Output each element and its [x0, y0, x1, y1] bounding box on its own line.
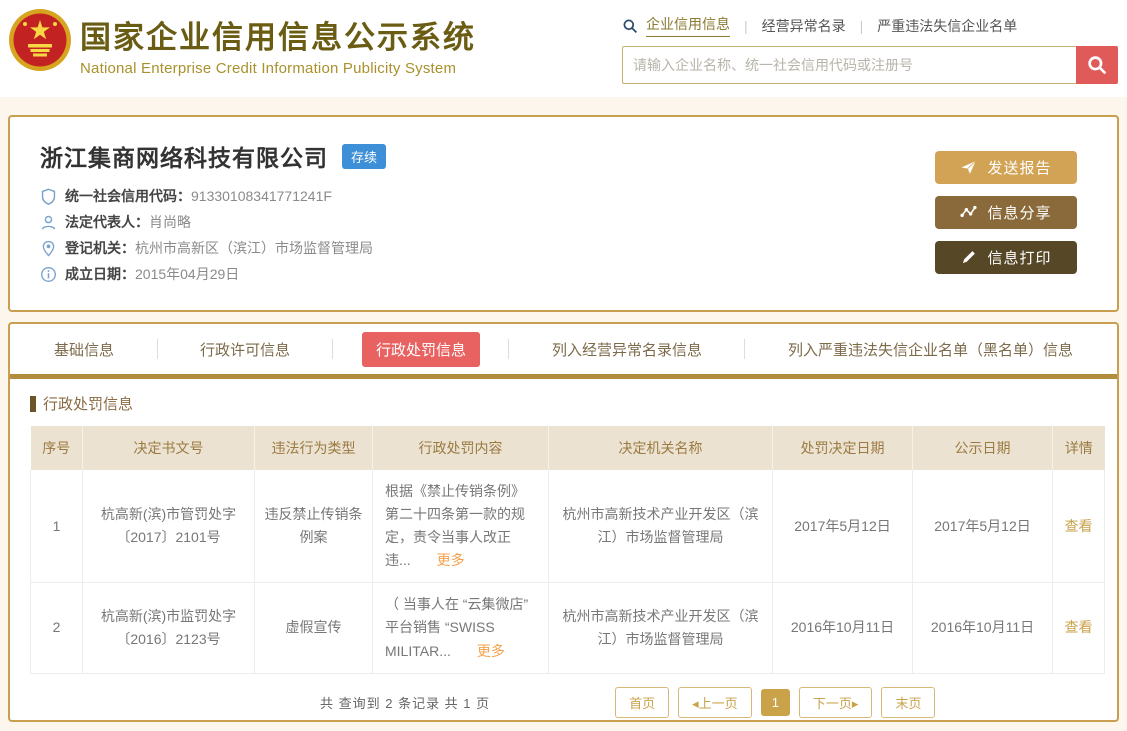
col-header-authority: 决定机关名称	[549, 426, 773, 470]
cell-decision-date: 2016年10月11日	[773, 583, 913, 673]
pagination-buttons: 首页 ◂上一页 1 下一页▸ 末页	[615, 687, 935, 718]
company-field-list: 统一社会信用代码： 91330108341771241F 法定代表人： 肖尚略 …	[40, 183, 1087, 287]
cell-publicity-date: 2017年5月12日	[913, 470, 1053, 583]
nav-enterprise-credit-info[interactable]: 企业信用信息	[646, 14, 730, 37]
more-link[interactable]: 更多	[437, 552, 465, 568]
record-count-summary: 共 查询到 2 条记录 共 1 页	[320, 693, 490, 712]
share-icon	[960, 204, 977, 221]
company-info-card: 浙江集商网络科技有限公司 存续 统一社会信用代码： 91330108341771…	[8, 115, 1119, 312]
nav-abnormal-operations-list[interactable]: 经营异常名录	[762, 16, 846, 36]
field-credit-code: 统一社会信用代码： 91330108341771241F	[40, 183, 1087, 209]
search-bar	[622, 46, 1118, 84]
field-value: 2015年04月29日	[135, 264, 239, 284]
col-header-doc-no: 决定书文号	[83, 426, 255, 470]
table-row: 2 杭高新(滨)市监罚处字〔2016〕2123号 虚假宣传 （ 当事人在 “云集…	[31, 583, 1105, 673]
search-button-icon	[1086, 54, 1108, 76]
paper-plane-icon	[960, 159, 977, 176]
current-page-button[interactable]: 1	[761, 689, 790, 716]
brand-block: 国家企业信用信息公示系统 National Enterprise Credit …	[80, 12, 476, 77]
cell-authority: 杭州市高新技术产业开发区（滨江）市场监督管理局	[549, 470, 773, 583]
tab-admin-penalty-info[interactable]: 行政处罚信息	[362, 332, 480, 367]
info-print-button[interactable]: 信息打印	[935, 241, 1077, 274]
person-icon	[40, 214, 57, 231]
table-row: 1 杭高新(滨)市管罚处字〔2017〕2101号 违反禁止传销条例案 根据《禁止…	[31, 470, 1105, 583]
nav-divider: |	[744, 18, 748, 34]
field-label: 统一社会信用代码：	[65, 186, 191, 206]
col-header-publicity-date: 公示日期	[913, 426, 1053, 470]
field-establishment-date: 成立日期： 2015年04月29日	[40, 261, 1087, 287]
field-label: 登记机关：	[65, 238, 135, 258]
col-header-no: 序号	[31, 426, 83, 470]
field-label: 成立日期：	[65, 264, 135, 284]
col-header-violation-type: 违法行为类型	[255, 426, 373, 470]
location-icon	[40, 240, 57, 257]
site-header: 国家企业信用信息公示系统 National Enterprise Credit …	[0, 0, 1127, 97]
cell-no: 1	[31, 470, 83, 583]
tab-blacklist-info[interactable]: 列入严重违法失信企业名单（黑名单）信息	[774, 332, 1087, 367]
cell-violation-type: 虚假宣传	[255, 583, 373, 673]
field-value: 肖尚略	[149, 212, 191, 232]
last-page-button[interactable]: 末页	[881, 687, 935, 718]
cell-violation-type: 违反禁止传销条例案	[255, 470, 373, 583]
tab-basic-info[interactable]: 基础信息	[40, 332, 128, 367]
status-badge: 存续	[342, 144, 386, 169]
cell-penalty-content: （ 当事人在 “云集微店” 平台销售 “SWISS MILITAR...更多	[373, 583, 549, 673]
prev-page-button[interactable]: ◂上一页	[678, 687, 752, 718]
pencil-icon	[960, 249, 977, 266]
button-label: 发送报告	[987, 157, 1051, 178]
site-title-cn: 国家企业信用信息公示系统	[80, 12, 476, 57]
more-link[interactable]: 更多	[477, 643, 505, 659]
send-report-button[interactable]: 发送报告	[935, 151, 1077, 184]
detail-section-card: 基础信息 行政许可信息 行政处罚信息 列入经营异常名录信息 列入严重违法失信企业…	[8, 322, 1119, 722]
cell-detail: 查看	[1053, 470, 1105, 583]
penalty-content-text: （ 当事人在 “云集微店” 平台销售 “SWISS MILITAR...	[385, 596, 528, 658]
section-tabs: 基础信息 行政许可信息 行政处罚信息 列入经营异常名录信息 列入严重违法失信企业…	[10, 324, 1117, 374]
col-header-detail: 详情	[1053, 426, 1105, 470]
nav-serious-violation-list[interactable]: 严重违法失信企业名单	[877, 16, 1017, 36]
search-button[interactable]	[1076, 46, 1118, 84]
penalty-table: 序号 决定书文号 违法行为类型 行政处罚内容 决定机关名称 处罚决定日期 公示日…	[30, 426, 1105, 674]
cell-doc-no: 杭高新(滨)市管罚处字〔2017〕2101号	[83, 470, 255, 583]
first-page-button[interactable]: 首页	[615, 687, 669, 718]
section-title: 行政处罚信息	[30, 393, 1097, 414]
field-value: 杭州市高新区（滨江）市场监督管理局	[135, 238, 373, 258]
col-header-decision-date: 处罚决定日期	[773, 426, 913, 470]
cell-detail: 查看	[1053, 583, 1105, 673]
cell-doc-no: 杭高新(滨)市监罚处字〔2016〕2123号	[83, 583, 255, 673]
search-input[interactable]	[622, 46, 1076, 84]
tab-admin-license-info[interactable]: 行政许可信息	[186, 332, 304, 367]
field-value: 91330108341771241F	[191, 188, 332, 204]
cell-publicity-date: 2016年10月11日	[913, 583, 1053, 673]
field-registration-authority: 登记机关： 杭州市高新区（滨江）市场监督管理局	[40, 235, 1087, 261]
cell-decision-date: 2017年5月12日	[773, 470, 913, 583]
tab-abnormal-operations-info[interactable]: 列入经营异常名录信息	[538, 332, 716, 367]
section-title-text: 行政处罚信息	[43, 393, 133, 414]
field-legal-representative: 法定代表人： 肖尚略	[40, 209, 1087, 235]
cell-penalty-content: 根据《禁止传销条例》第二十四条第一款的规定，责令当事人改正违...更多	[373, 470, 549, 583]
field-label: 法定代表人：	[65, 212, 149, 232]
company-name: 浙江集商网络科技有限公司	[40, 139, 328, 173]
button-label: 信息打印	[987, 247, 1051, 268]
national-emblem-logo	[8, 8, 72, 72]
view-link[interactable]: 查看	[1065, 619, 1093, 635]
next-page-button[interactable]: 下一页▸	[799, 687, 873, 718]
table-header-row: 序号 决定书文号 违法行为类型 行政处罚内容 决定机关名称 处罚决定日期 公示日…	[31, 426, 1105, 470]
col-header-penalty-content: 行政处罚内容	[373, 426, 549, 470]
shield-icon	[40, 188, 57, 205]
view-link[interactable]: 查看	[1065, 518, 1093, 534]
site-title-en: National Enterprise Credit Information P…	[80, 60, 476, 77]
info-icon	[40, 266, 57, 283]
action-buttons: 发送报告 信息分享 信息打印	[935, 151, 1077, 274]
cell-authority: 杭州市高新技术产业开发区（滨江）市场监督管理局	[549, 583, 773, 673]
button-label: 信息分享	[987, 202, 1051, 223]
info-share-button[interactable]: 信息分享	[935, 196, 1077, 229]
header-search-area: 企业信用信息 | 经营异常名录 | 严重违法失信企业名单	[622, 14, 1118, 84]
cell-no: 2	[31, 583, 83, 673]
title-marker	[30, 396, 36, 412]
pagination: 共 查询到 2 条记录 共 1 页 首页 ◂上一页 1 下一页▸ 末页	[30, 687, 1097, 718]
nav-divider: |	[860, 18, 864, 34]
search-icon	[622, 18, 638, 34]
top-navigation: 企业信用信息 | 经营异常名录 | 严重违法失信企业名单	[622, 14, 1118, 37]
